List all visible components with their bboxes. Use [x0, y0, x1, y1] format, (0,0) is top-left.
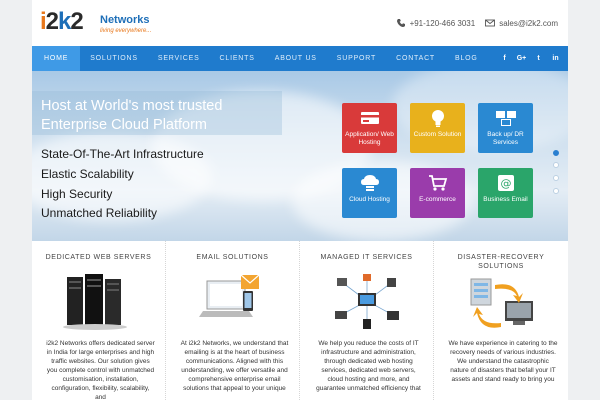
phone-contact[interactable]: +91-120-466 3031 [396, 18, 476, 28]
tile-label: Business Email [483, 196, 528, 203]
service-title[interactable]: DISASTER-RECOVERY SOLUTIONS [454, 253, 548, 271]
envelope-icon [485, 19, 496, 27]
hero-feature: Elastic Scalability [41, 167, 134, 181]
tile-backup-dr[interactable]: Back up/ DR Services [478, 103, 533, 153]
linkedin-icon[interactable]: in [549, 52, 562, 65]
logo-mark: i2k2 [40, 8, 84, 35]
service-title[interactable]: MANAGED IT SERVICES [300, 253, 433, 262]
slider-dot[interactable] [553, 162, 559, 168]
email-devices-icon [199, 274, 260, 317]
card-icon [360, 112, 379, 124]
email-contact[interactable]: sales@i2k2.com [485, 18, 558, 28]
service-disaster-recovery: DISASTER-RECOVERY SOLUTIONS We have expe… [434, 241, 568, 400]
page-container: i2k2 Networks living everywhere... +91-1… [32, 0, 568, 400]
services-section: DEDICATED WEB SERVERS i2k2 Networks offe… [32, 241, 568, 400]
slider-dot[interactable] [553, 188, 559, 194]
lightbulb-icon [431, 110, 444, 127]
tile-label: E-commerce [419, 196, 456, 203]
slider-dot-active[interactable] [553, 150, 559, 156]
service-title[interactable]: DEDICATED WEB SERVERS [32, 253, 165, 262]
tile-label: Application/ Web Hosting [345, 131, 394, 146]
cloud-server-icon [360, 175, 379, 191]
nav-clients[interactable]: CLIENTS [210, 46, 265, 71]
server-rack-icon [63, 274, 127, 330]
service-title[interactable]: EMAIL SOLUTIONS [166, 253, 299, 262]
main-nav: HOME SOLUTIONS SERVICES CLIENTS ABOUT US… [32, 46, 568, 71]
logo-tagline: living everywhere... [100, 28, 152, 34]
tile-label: Custom Solution [413, 131, 462, 138]
nav-support[interactable]: SUPPORT [327, 46, 386, 71]
social-links: f G+ t in [498, 52, 568, 65]
tile-custom-solution[interactable]: Custom Solution [410, 103, 465, 153]
contact-info: +91-120-466 3031 sales@i2k2.com [396, 18, 558, 28]
phone-number: +91-120-466 3031 [409, 18, 476, 28]
service-dedicated-servers: DEDICATED WEB SERVERS i2k2 Networks offe… [32, 241, 166, 400]
tile-label: Back up/ DR Services [487, 131, 524, 146]
nav-blog[interactable]: BLOG [445, 46, 488, 71]
tile-ecommerce[interactable]: E-commerce [410, 168, 465, 218]
hero-feature: High Security [41, 187, 113, 201]
phone-icon [396, 19, 405, 28]
tile-business-email[interactable]: @ Business Email [478, 168, 533, 218]
service-description: i2k2 Networks offers dedicated server in… [46, 340, 155, 400]
nav-solutions[interactable]: SOLUTIONS [80, 46, 148, 71]
service-description: We help you reduce the costs of IT infra… [316, 340, 421, 392]
tile-label: Cloud Hosting [349, 196, 390, 203]
nav-services[interactable]: SERVICES [148, 46, 210, 71]
recovery-arrows-icon [470, 278, 533, 328]
service-managed-it: MANAGED IT SERVICES We help you reduce t… [300, 241, 434, 400]
slider-dot[interactable] [553, 175, 559, 181]
cart-icon [428, 175, 447, 191]
logo-name: Networks [100, 14, 150, 26]
site-header: i2k2 Networks living everywhere... +91-1… [32, 0, 568, 46]
nav-contact[interactable]: CONTACT [386, 46, 445, 71]
tile-web-hosting[interactable]: Application/ Web Hosting [342, 103, 397, 153]
hero-title-line2: Enterprise Cloud Platform [41, 117, 208, 133]
service-email-solutions: EMAIL SOLUTIONS At i2k2 Networks, we und… [166, 241, 300, 400]
hero-feature: Unmatched Reliability [41, 206, 158, 220]
nav-about-us[interactable]: ABOUT US [265, 46, 327, 71]
service-description: At i2k2 Networks, we understand that ema… [180, 340, 289, 392]
hero-title-line1: Host at World's most trusted [41, 98, 223, 114]
network-diagram-icon [335, 274, 399, 329]
tile-cloud-hosting[interactable]: Cloud Hosting [342, 168, 397, 218]
email-address: sales@i2k2.com [499, 18, 558, 28]
nav-home[interactable]: HOME [32, 46, 81, 71]
hero-feature: State-Of-The-Art Infrastructure [41, 147, 204, 161]
service-description: We have experience in catering to the re… [448, 340, 558, 383]
computers-icon [495, 111, 516, 126]
hero-banner: Host at World's most trusted Enterprise … [32, 71, 568, 241]
facebook-icon[interactable]: f [498, 52, 511, 65]
google-plus-icon[interactable]: G+ [515, 52, 528, 65]
email-at-icon: @ [497, 175, 514, 191]
svg-text:@: @ [500, 177, 511, 190]
hero-title: Host at World's most trusted Enterprise … [41, 97, 222, 135]
twitter-icon[interactable]: t [532, 52, 545, 65]
